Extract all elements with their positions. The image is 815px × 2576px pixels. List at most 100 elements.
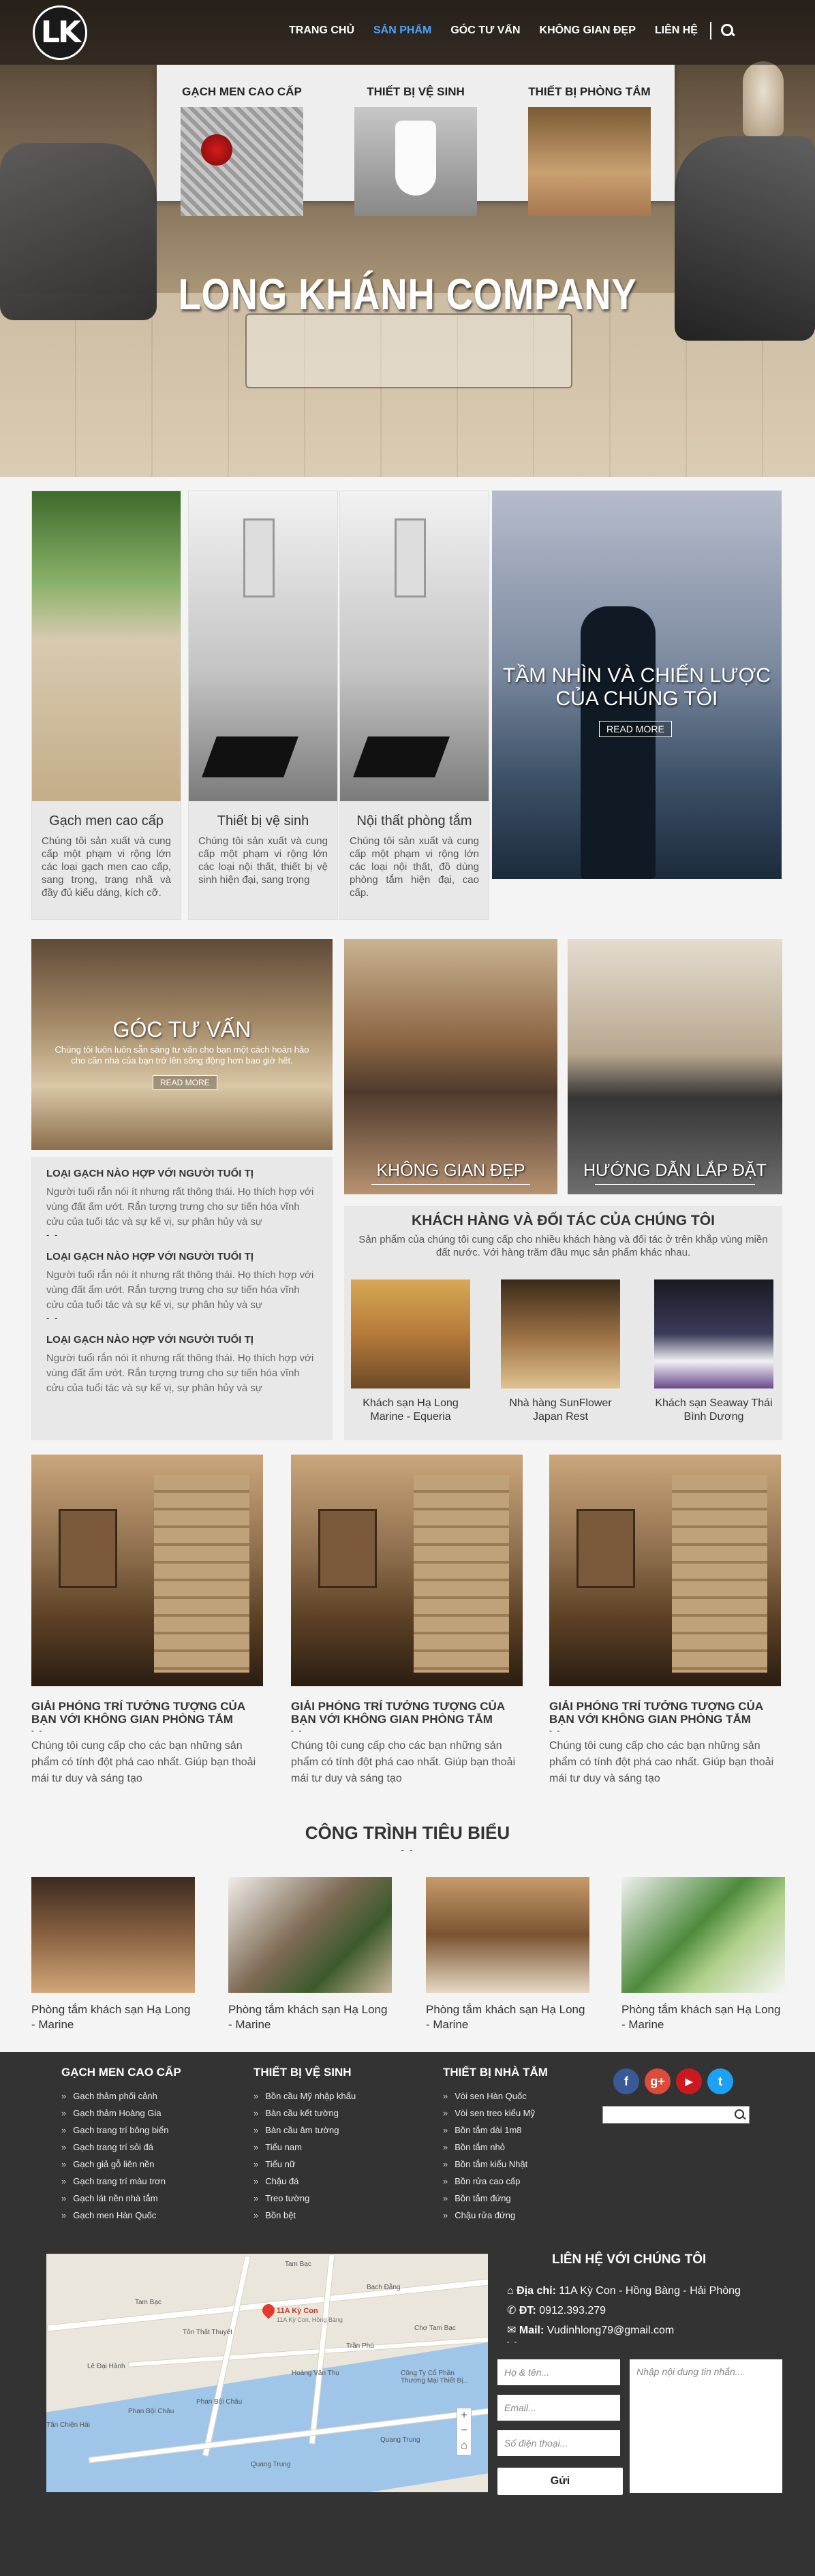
- mega-menu-tiles-title[interactable]: GẠCH MEN CAO CẤP: [174, 85, 310, 99]
- footer-link[interactable]: Bồn rửa cao cấp: [443, 2173, 548, 2190]
- location-map[interactable]: 11A Kỳ Con 11A Kỳ Con, Hồng Bàng Tam Bạc …: [46, 2254, 488, 2492]
- partner-name[interactable]: Nhà hàng SunFlower Japan Rest: [501, 1397, 620, 1424]
- product-title[interactable]: GIẢI PHÓNG TRÍ TƯỞNG TƯỢNG CỦA BẠN VỚI K…: [549, 1700, 781, 1726]
- mega-menu-sanitary[interactable]: THIẾT BỊ VỆ SINH: [348, 85, 484, 216]
- work-image[interactable]: [426, 1877, 589, 1993]
- card-sanitary-title[interactable]: Thiết bị vệ sinh: [189, 813, 337, 829]
- partner-name[interactable]: Khách sạn Seaway Thái Bình Dương: [654, 1397, 773, 1424]
- search-icon[interactable]: [734, 2109, 746, 2121]
- partner-image[interactable]: [501, 1279, 620, 1388]
- search-icon[interactable]: [720, 22, 736, 39]
- nav-products[interactable]: SẢN PHẨM: [364, 25, 441, 37]
- work-image[interactable]: [621, 1877, 785, 1993]
- advice-read-more-button[interactable]: READ MORE: [153, 1075, 217, 1090]
- product-item[interactable]: GIẢI PHÓNG TRÍ TƯỞNG TƯỢNG CỦA BẠN VỚI K…: [291, 1455, 523, 1787]
- product-item[interactable]: GIẢI PHÓNG TRÍ TƯỞNG TƯỢNG CỦA BẠN VỚI K…: [31, 1455, 263, 1787]
- footer-link[interactable]: Gạch trang trí màu trơn: [61, 2173, 181, 2190]
- work-item[interactable]: Phòng tắm khách sạn Hạ Long - Marine: [621, 1877, 785, 2032]
- product-title[interactable]: GIẢI PHÓNG TRÍ TƯỞNG TƯỢNG CỦA BẠN VỚI K…: [291, 1700, 523, 1726]
- product-image[interactable]: [549, 1455, 781, 1686]
- footer-link[interactable]: Tiểu nam: [253, 2139, 356, 2156]
- card-bathroom-title[interactable]: Nội thất phòng tắm: [340, 813, 489, 829]
- footer-link[interactable]: Chậu rửa đứng: [443, 2207, 548, 2224]
- mega-menu-bathroom-title[interactable]: THIẾT BỊ PHÒNG TẮM: [521, 85, 658, 99]
- footer-link[interactable]: Bồn cầu Mỹ nhập khẩu: [253, 2088, 356, 2105]
- name-field[interactable]: Họ & tên...: [497, 2359, 620, 2385]
- work-image[interactable]: [228, 1877, 392, 1993]
- footer-link[interactable]: Gạch men Hàn Quốc: [61, 2207, 181, 2224]
- news-item-title[interactable]: LOẠI GẠCH NÀO HỢP VỚI NGƯỜI TUỔI TỊ: [46, 1251, 318, 1262]
- partner-item[interactable]: Nhà hàng SunFlower Japan Rest: [501, 1279, 620, 1424]
- footer-link[interactable]: Bồn bệt: [253, 2207, 356, 2224]
- nav-advice[interactable]: GÓC TƯ VẤN: [441, 25, 529, 37]
- partner-image[interactable]: [351, 1279, 470, 1388]
- footer-link[interactable]: Treo tường: [253, 2190, 356, 2207]
- footer-link[interactable]: Tiểu nữ: [253, 2156, 356, 2173]
- card-tiles-image[interactable]: [32, 491, 181, 801]
- footer-link[interactable]: Gạch lát nền nhà tắm: [61, 2190, 181, 2207]
- nav-beautiful-space[interactable]: KHÔNG GIAN ĐẸP: [530, 25, 645, 37]
- card-sanitary-image[interactable]: [189, 491, 337, 801]
- nav-home[interactable]: TRANG CHỦ: [279, 25, 364, 37]
- footer-col-title[interactable]: THIẾT BỊ NHÀ TẮM: [443, 2066, 548, 2079]
- news-item[interactable]: LOẠI GẠCH NÀO HỢP VỚI NGƯỜI TUỔI TỊ Ngườ…: [31, 1157, 333, 1240]
- footer-link[interactable]: Bồn tắm dài 1m8: [443, 2122, 548, 2139]
- footer-link[interactable]: Gạch thảm phối cảnh: [61, 2088, 181, 2105]
- partner-item[interactable]: Khách sạn Seaway Thái Bình Dương: [654, 1279, 773, 1424]
- phone-field[interactable]: Số điện thoại...: [497, 2430, 620, 2456]
- vision-banner[interactable]: TẦM NHÌN VÀ CHIẾN LƯỢC CỦA CHÚNG TÔI REA…: [492, 491, 782, 879]
- email-field[interactable]: Email...: [497, 2395, 620, 2421]
- footer-link[interactable]: Bàn cầu âm tường: [253, 2122, 356, 2139]
- work-name[interactable]: Phòng tắm khách sạn Hạ Long - Marine: [228, 2002, 392, 2032]
- footer-link[interactable]: Chậu đá: [253, 2173, 356, 2190]
- footer-link[interactable]: Vòi sen Hàn Quốc: [443, 2088, 548, 2105]
- footer-link[interactable]: Gạch giả gỗ liên nền: [61, 2156, 181, 2173]
- mega-menu-bathroom-image[interactable]: [528, 107, 651, 216]
- advice-banner[interactable]: GÓC TƯ VẤN Chúng tôi luôn luôn sẵn sàng …: [31, 939, 333, 1150]
- vision-read-more-button[interactable]: READ MORE: [599, 721, 672, 737]
- news-item-title[interactable]: LOẠI GẠCH NÀO HỢP VỚI NGƯỜI TUỔI TỊ: [46, 1168, 318, 1179]
- card-tiles[interactable]: Gạch men cao cấp Chúng tôi sản xuất và c…: [31, 491, 181, 920]
- product-item[interactable]: GIẢI PHÓNG TRÍ TƯỞNG TƯỢNG CỦA BẠN VỚI K…: [549, 1455, 781, 1787]
- logo[interactable]: LK: [33, 5, 87, 60]
- product-title[interactable]: GIẢI PHÓNG TRÍ TƯỞNG TƯỢNG CỦA BẠN VỚI K…: [31, 1700, 263, 1726]
- footer-link[interactable]: Vòi sen treo kiểu Mỹ: [443, 2105, 548, 2122]
- send-button[interactable]: Gửi: [497, 2468, 623, 2495]
- footer-link[interactable]: Bồn tắm kiểu Nhật: [443, 2156, 548, 2173]
- map-zoom-control[interactable]: + − ⌂: [457, 2408, 472, 2455]
- work-image[interactable]: [31, 1877, 195, 1993]
- news-item-title[interactable]: LOẠI GẠCH NÀO HỢP VỚI NGƯỜI TUỔI TỊ: [46, 1334, 318, 1346]
- space-beautiful-banner[interactable]: KHÔNG GIAN ĐẸP: [344, 939, 557, 1194]
- footer-link[interactable]: Bồn tắm nhỏ: [443, 2139, 548, 2156]
- mega-menu-sanitary-image[interactable]: [354, 107, 477, 216]
- footer-col-title[interactable]: THIẾT BỊ VỆ SINH: [253, 2066, 356, 2079]
- footer-link[interactable]: Bồn tắm đứng: [443, 2190, 548, 2207]
- product-image[interactable]: [291, 1455, 523, 1686]
- card-bathroom[interactable]: Nội thất phòng tắm Chúng tôi sản xuất và…: [339, 491, 489, 920]
- footer-link[interactable]: Gạch trang trí sỏi đá: [61, 2139, 181, 2156]
- message-field[interactable]: Nhập nội dung tin nhắn...: [630, 2359, 782, 2493]
- work-name[interactable]: Phòng tắm khách sạn Hạ Long - Marine: [426, 2002, 589, 2032]
- footer-search-input[interactable]: [602, 2106, 750, 2124]
- work-name[interactable]: Phòng tắm khách sạn Hạ Long - Marine: [31, 2002, 195, 2032]
- contact-phone[interactable]: 0912.393.279: [539, 2305, 606, 2316]
- install-guide-banner[interactable]: HƯỚNG DẪN LẮP ĐẶT: [568, 939, 782, 1194]
- work-item[interactable]: Phòng tắm khách sạn Hạ Long - Marine: [228, 1877, 392, 2032]
- mega-menu-tiles-image[interactable]: [181, 107, 303, 216]
- work-item[interactable]: Phòng tắm khách sạn Hạ Long - Marine: [31, 1877, 195, 2032]
- news-item[interactable]: LOẠI GẠCH NÀO HỢP VỚI NGƯỜI TUỔI TỊ Ngườ…: [31, 1323, 333, 1396]
- partner-image[interactable]: [654, 1279, 773, 1388]
- contact-mail[interactable]: Vudinhlong79@gmail.com: [547, 2325, 674, 2336]
- card-tiles-title[interactable]: Gạch men cao cấp: [32, 813, 181, 829]
- footer-col-title[interactable]: GẠCH MEN CAO CẤP: [61, 2066, 181, 2079]
- twitter-icon[interactable]: t: [707, 2068, 733, 2094]
- mega-menu-bathroom[interactable]: THIẾT BỊ PHÒNG TẮM: [521, 85, 658, 216]
- card-bathroom-image[interactable]: [340, 491, 489, 801]
- footer-link[interactable]: Gạch thảm Hoàng Gia: [61, 2105, 181, 2122]
- partner-name[interactable]: Khách sạn Hạ Long Marine - Equeria: [351, 1397, 470, 1424]
- google-plus-icon[interactable]: g+: [645, 2068, 671, 2094]
- nav-contact[interactable]: LIÊN HỆ: [645, 25, 707, 37]
- footer-link[interactable]: Gạch trang trí bông biển: [61, 2122, 181, 2139]
- mega-menu-sanitary-title[interactable]: THIẾT BỊ VỆ SINH: [348, 85, 484, 99]
- work-item[interactable]: Phòng tắm khách sạn Hạ Long - Marine: [426, 1877, 589, 2032]
